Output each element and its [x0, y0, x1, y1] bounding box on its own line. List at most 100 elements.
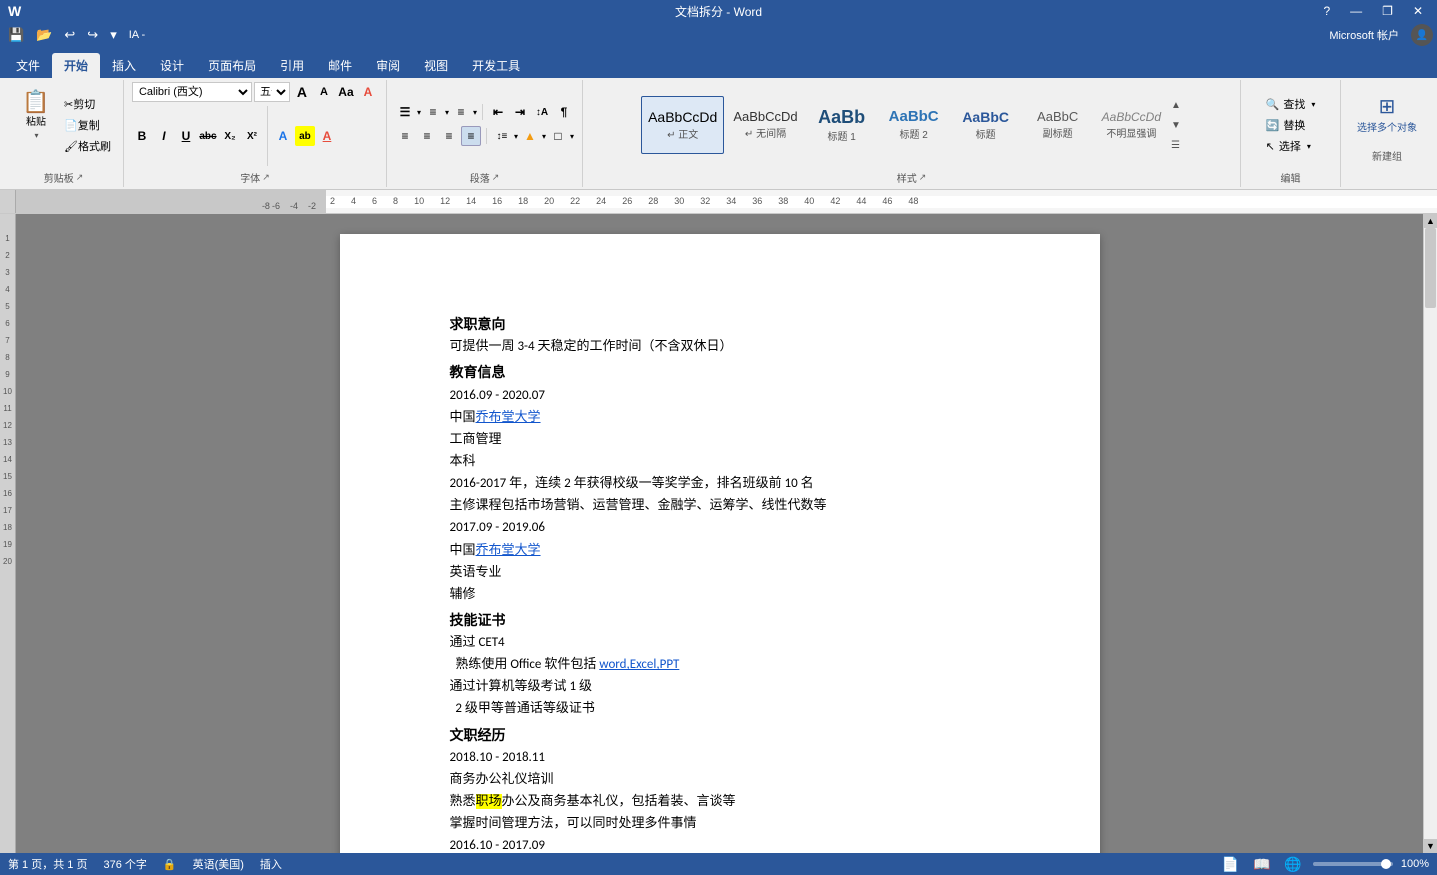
style-heading[interactable]: AaBbC 标题: [951, 96, 1021, 154]
underline-button[interactable]: U: [176, 126, 196, 146]
bold-button[interactable]: B: [132, 126, 152, 146]
style-heading2[interactable]: AaBbC 标题 2: [879, 96, 949, 154]
document-area[interactable]: 求职意向 可提供一周 3-4 天稳定的工作时间（不含双休日） 教育信息 2016…: [16, 214, 1423, 853]
sort-button[interactable]: ↕A: [532, 102, 552, 122]
change-case-button[interactable]: Aa: [336, 82, 356, 102]
word-count: 376 个字: [103, 856, 146, 872]
status-right-area: 📄 📖 🌐 100%: [1219, 856, 1429, 873]
view-web-button[interactable]: 🌐: [1281, 856, 1304, 873]
highlight-button[interactable]: ab: [295, 126, 315, 146]
style-subtle-emphasis[interactable]: AaBbCcDd 不明显强调: [1095, 96, 1168, 154]
font-size-select[interactable]: 五号: [254, 82, 290, 102]
select-objects-button[interactable]: ⊞ 选择多个对象: [1349, 82, 1425, 146]
title-bar: W 文档拆分 - Word ? — ❐ ✕: [0, 0, 1437, 22]
office-link[interactable]: word,Excel,PPT: [599, 657, 679, 672]
show-marks-button[interactable]: ¶: [554, 102, 574, 122]
exp-company-1: 商务办公礼仪培训: [450, 769, 990, 791]
school-2-link[interactable]: 乔布堂大学: [476, 543, 541, 558]
style-no-space[interactable]: AaBbCcDd ↵ 无间隔: [726, 96, 804, 154]
tab-view[interactable]: 视图: [412, 53, 460, 78]
school-1-link[interactable]: 乔布堂大学: [476, 410, 541, 425]
increase-indent-button[interactable]: ⇥: [510, 102, 530, 122]
multilevel-button[interactable]: ≡: [451, 102, 471, 122]
select-button[interactable]: ↖ 选择 ▾: [1260, 136, 1322, 156]
gallery-scroll-controls: ▲ ▼ ☰: [1170, 95, 1182, 155]
scroll-thumb[interactable]: [1425, 228, 1436, 308]
close-button[interactable]: ✕: [1407, 4, 1429, 18]
tab-review[interactable]: 审阅: [364, 53, 412, 78]
scroll-down-button[interactable]: ▼: [1424, 839, 1437, 853]
align-right-button[interactable]: ≡: [439, 126, 459, 146]
superscript-button[interactable]: X²: [242, 126, 262, 146]
help-button[interactable]: ?: [1317, 4, 1336, 18]
borders-button[interactable]: □: [548, 126, 568, 146]
subscript-button[interactable]: X₂: [220, 126, 240, 146]
tab-layout[interactable]: 页面布局: [196, 53, 268, 78]
edu-major-1: 工商管理: [450, 429, 990, 451]
tab-references[interactable]: 引用: [268, 53, 316, 78]
tab-developer[interactable]: 开发工具: [460, 53, 532, 78]
replace-button[interactable]: 🔄 替换: [1260, 115, 1322, 135]
find-button[interactable]: 🔍 查找 ▾: [1260, 94, 1322, 114]
italic-button[interactable]: I: [154, 126, 174, 146]
ribbon-content: 📋 粘贴 ▾ ✂ 剪切 📄 复制 🖌 格式刷 剪贴板: [0, 78, 1437, 190]
tab-design[interactable]: 设计: [148, 53, 196, 78]
bullets-button[interactable]: ☰: [395, 102, 415, 122]
document-page[interactable]: 求职意向 可提供一周 3-4 天稳定的工作时间（不含双休日） 教育信息 2016…: [340, 234, 1100, 853]
insert-mode[interactable]: 插入: [260, 856, 282, 872]
scroll-up-button[interactable]: ▲: [1424, 214, 1437, 228]
tab-home[interactable]: 开始: [52, 53, 100, 78]
align-left-button[interactable]: ≡: [395, 126, 415, 146]
section-education: 教育信息 2016.09 - 2020.07 中国乔布堂大学 工商管理 本科 2…: [450, 362, 990, 605]
tab-insert[interactable]: 插入: [100, 53, 148, 78]
style-normal[interactable]: AaBbCcDd ↵ 正文: [641, 96, 724, 154]
text-effect-button[interactable]: A: [273, 126, 293, 146]
cut-icon: ✂: [64, 98, 73, 111]
view-print-button[interactable]: 📄: [1219, 856, 1242, 873]
style-heading1[interactable]: AaBb 标题 1: [807, 96, 877, 154]
minimize-button[interactable]: —: [1344, 4, 1368, 18]
paragraph-group: ☰ ▾ ≡ ▾ ≡ ▾ ⇤ ⇥ ↕A ¶ ≡ ≡ ≡ ≡ ↕≡ ▾ ▲: [387, 80, 583, 187]
font-name-select[interactable]: Calibri (西文): [132, 82, 252, 102]
format-painter-button[interactable]: 🖌 格式刷: [60, 136, 115, 156]
zoom-level[interactable]: 100%: [1401, 858, 1429, 870]
clear-format-button[interactable]: A: [358, 82, 378, 102]
style-subtitle[interactable]: AaBbC 副标题: [1023, 96, 1093, 154]
gallery-scroll-down[interactable]: ▼: [1170, 119, 1182, 132]
open-button[interactable]: 📂: [32, 25, 56, 45]
numbering-button[interactable]: ≡: [423, 102, 443, 122]
word-icon: W: [8, 3, 21, 19]
font-grow-button[interactable]: A: [292, 82, 312, 102]
zoom-thumb[interactable]: [1381, 859, 1391, 869]
tab-file[interactable]: 文件: [4, 53, 52, 78]
tab-mailings[interactable]: 邮件: [316, 53, 364, 78]
vertical-scrollbar[interactable]: ▲ ▼: [1423, 214, 1437, 853]
styles-gallery: AaBbCcDd ↵ 正文 AaBbCcDd ↵ 无间隔 AaBb 标题 1 A…: [641, 96, 1168, 154]
gallery-scroll-up[interactable]: ▲: [1170, 99, 1182, 112]
font-color-button[interactable]: A: [317, 126, 337, 146]
restore-button[interactable]: ❐: [1376, 4, 1399, 18]
gallery-expand[interactable]: ☰: [1170, 139, 1182, 152]
copy-button[interactable]: 📄 复制: [60, 115, 115, 135]
justify-button[interactable]: ≡: [461, 126, 481, 146]
shading-button[interactable]: ▲: [520, 126, 540, 146]
decrease-indent-button[interactable]: ⇤: [488, 102, 508, 122]
customize-qa-button[interactable]: ▾: [106, 25, 121, 45]
view-read-button[interactable]: 📖: [1250, 856, 1273, 873]
strikethrough-button[interactable]: abc: [198, 126, 218, 146]
ruler-left-gray: -8 -6 -4 -2: [16, 190, 326, 213]
replace-icon: 🔄: [1266, 119, 1280, 132]
font-shrink-button[interactable]: A: [314, 82, 334, 102]
exp-date-1: 2018.10 - 2018.11: [450, 747, 990, 769]
exp-date-2: 2016.10 - 2017.09: [450, 835, 990, 853]
zoom-slider[interactable]: [1313, 862, 1393, 866]
paste-button[interactable]: 📋 粘贴 ▾: [12, 82, 60, 146]
redo-button[interactable]: ↪: [83, 25, 102, 45]
save-button[interactable]: 💾: [4, 25, 28, 45]
cut-button[interactable]: ✂ 剪切: [60, 94, 115, 114]
line-spacing-button[interactable]: ↕≡: [492, 126, 512, 146]
undo-button[interactable]: ↩: [60, 25, 79, 45]
account-label[interactable]: Microsoft 帐户: [1329, 27, 1407, 43]
align-center-button[interactable]: ≡: [417, 126, 437, 146]
language-indicator[interactable]: 英语(美国): [193, 856, 244, 872]
